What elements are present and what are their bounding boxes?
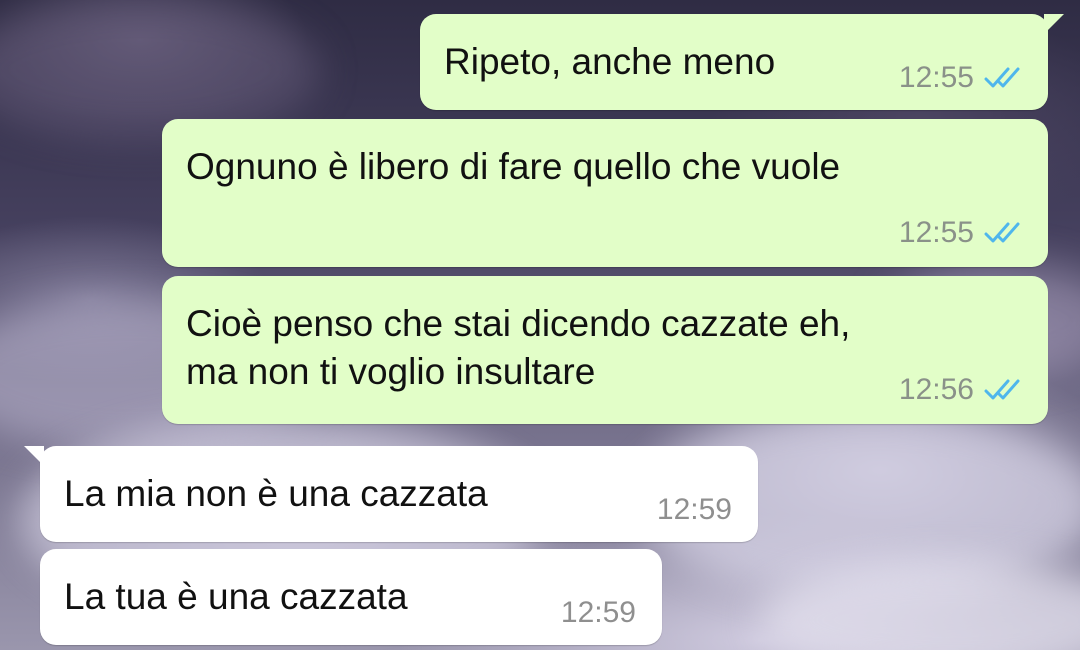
message-meta: 12:55 [899,217,1024,249]
message-text: Cioè penso che stai dicendo cazzate eh, … [186,303,851,392]
message-text: La tua è una cazzata [64,576,408,617]
bubble-tail [1044,14,1064,34]
message-text: La mia non è una cazzata [64,473,488,514]
incoming-message[interactable]: La tua è una cazzata 12:59 [40,549,662,645]
outgoing-message[interactable]: Cioè penso che stai dicendo cazzate eh, … [162,276,1048,424]
message-time: 12:55 [898,216,974,249]
double-check-read-icon [984,378,1024,402]
message-meta: 12:59 [657,494,732,526]
message-meta: 12:59 [561,597,636,629]
outgoing-message[interactable]: Ognuno è libero di fare quello che vuole… [162,119,1048,267]
message-text: Ripeto, anche meno [444,41,776,82]
double-check-read-icon [984,66,1024,90]
message-time: 12:59 [656,493,732,526]
message-time: 12:56 [898,373,974,406]
incoming-message[interactable]: La mia non è una cazzata 12:59 [24,446,758,542]
outgoing-message[interactable]: Ripeto, anche meno 12:55 [420,14,1064,110]
bubble-tail [24,446,44,466]
message-time: 12:55 [898,61,974,94]
double-check-read-icon [984,221,1024,245]
message-time: 12:59 [560,596,636,629]
message-meta: 12:56 [899,374,1024,406]
message-text: Ognuno è libero di fare quello che vuole [186,146,841,187]
message-meta: 12:55 [899,62,1024,94]
